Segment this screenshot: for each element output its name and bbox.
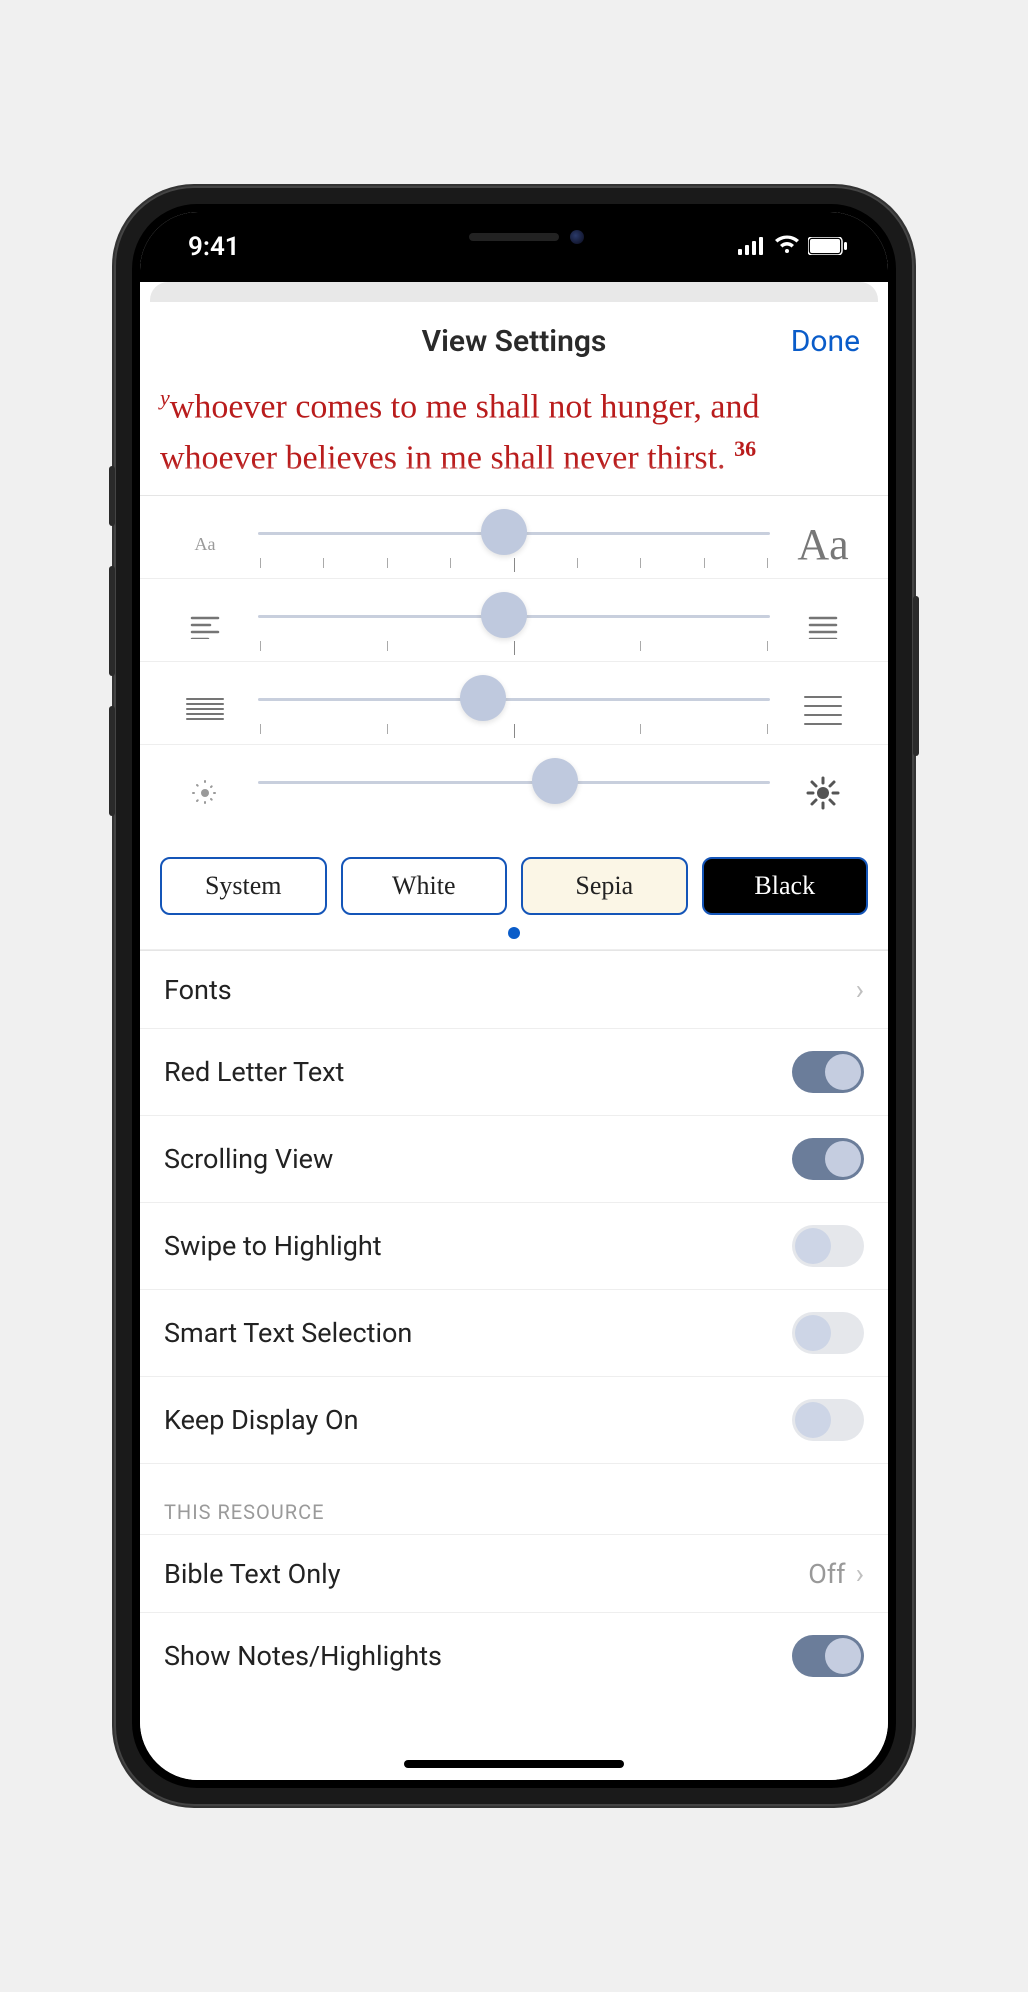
- verse-number: 36: [734, 436, 756, 461]
- bible-text-only-value: Off: [808, 1558, 845, 1590]
- section-header-this-resource: THIS RESOURCE: [140, 1464, 888, 1535]
- page-dot-active: [508, 927, 520, 939]
- speaker-grill: [469, 233, 559, 241]
- text-preview: ywhoever comes to me shall not hunger, a…: [140, 381, 888, 496]
- done-button[interactable]: Done: [791, 324, 860, 359]
- brightness-slider-row: [140, 745, 888, 841]
- settings-list: Fonts › Red Letter Text Scrolling View S…: [140, 951, 888, 1699]
- keep-display-on-row: Keep Display On: [140, 1377, 888, 1464]
- wifi-icon: [774, 232, 800, 262]
- bible-text-only-label: Bible Text Only: [164, 1558, 340, 1590]
- chevron-right-icon: ›: [856, 1557, 864, 1590]
- theme-system-button[interactable]: System: [160, 857, 327, 915]
- red-letter-toggle[interactable]: [792, 1051, 864, 1093]
- line-spacing-slider[interactable]: [258, 680, 770, 740]
- cross-reference-marker: y: [160, 385, 170, 410]
- phone-screen: 9:41 View Settings Done: [140, 212, 888, 1780]
- front-camera: [570, 230, 584, 244]
- keep-display-on-label: Keep Display On: [164, 1404, 358, 1436]
- notch: [364, 212, 664, 262]
- modal-title: View Settings: [422, 324, 607, 359]
- battery-icon: [808, 232, 848, 262]
- text-align-slider[interactable]: [258, 597, 770, 657]
- scrolling-view-label: Scrolling View: [164, 1143, 333, 1175]
- theme-white-button[interactable]: White: [341, 857, 508, 915]
- modal-header: View Settings Done: [140, 302, 888, 381]
- scrolling-view-toggle[interactable]: [792, 1138, 864, 1180]
- theme-sepia-button[interactable]: Sepia: [521, 857, 688, 915]
- home-indicator[interactable]: [404, 1760, 624, 1768]
- font-size-small-icon: Aa: [160, 534, 250, 555]
- text-align-slider-row: [140, 579, 888, 662]
- font-size-large-icon: Aa: [778, 519, 868, 570]
- swipe-highlight-row: Swipe to Highlight: [140, 1203, 888, 1290]
- font-size-slider-row: Aa Aa: [140, 496, 888, 579]
- theme-black-button[interactable]: Black: [702, 857, 869, 915]
- page-indicator: [140, 921, 888, 950]
- power-button: [913, 596, 919, 756]
- modal-backdrop-card: [150, 282, 878, 302]
- phone-frame: 9:41 View Settings Done: [114, 186, 914, 1806]
- smart-text-selection-row: Smart Text Selection: [140, 1290, 888, 1377]
- smart-text-selection-toggle[interactable]: [792, 1312, 864, 1354]
- view-settings-modal: View Settings Done ywhoever comes to me …: [140, 302, 888, 1780]
- line-spacing-loose-icon: [778, 695, 868, 725]
- show-notes-label: Show Notes/Highlights: [164, 1640, 442, 1672]
- line-spacing-tight-icon: [160, 697, 250, 723]
- theme-selector: System White Sepia Black: [140, 841, 888, 921]
- show-notes-row: Show Notes/Highlights: [140, 1613, 888, 1699]
- line-spacing-slider-row: [140, 662, 888, 745]
- phone-bezel: 9:41 View Settings Done: [132, 204, 896, 1788]
- mute-switch: [109, 466, 115, 526]
- brightness-high-icon: [778, 776, 868, 810]
- swipe-highlight-toggle[interactable]: [792, 1225, 864, 1267]
- font-size-slider[interactable]: [258, 514, 770, 574]
- align-justify-icon: [778, 615, 868, 639]
- status-time: 9:41: [188, 232, 240, 262]
- align-left-icon: [160, 615, 250, 639]
- chevron-right-icon: ›: [856, 973, 864, 1006]
- smart-text-selection-label: Smart Text Selection: [164, 1317, 412, 1349]
- red-letter-row: Red Letter Text: [140, 1029, 888, 1116]
- red-letter-label: Red Letter Text: [164, 1056, 344, 1088]
- volume-down-button: [109, 706, 115, 816]
- volume-up-button: [109, 566, 115, 676]
- keep-display-on-toggle[interactable]: [792, 1399, 864, 1441]
- cellular-signal-icon: [738, 232, 766, 262]
- show-notes-toggle[interactable]: [792, 1635, 864, 1677]
- fonts-label: Fonts: [164, 974, 232, 1006]
- scrolling-view-row: Scrolling View: [140, 1116, 888, 1203]
- preview-line-1: whoever comes to me shall not hunger, an…: [170, 388, 760, 425]
- bible-text-only-row[interactable]: Bible Text Only Off ›: [140, 1535, 888, 1613]
- sliders-section: Aa Aa: [140, 496, 888, 951]
- preview-fade: [140, 463, 888, 495]
- fonts-row[interactable]: Fonts ›: [140, 951, 888, 1029]
- brightness-low-icon: [160, 778, 250, 808]
- brightness-slider[interactable]: [258, 763, 770, 823]
- swipe-highlight-label: Swipe to Highlight: [164, 1230, 382, 1262]
